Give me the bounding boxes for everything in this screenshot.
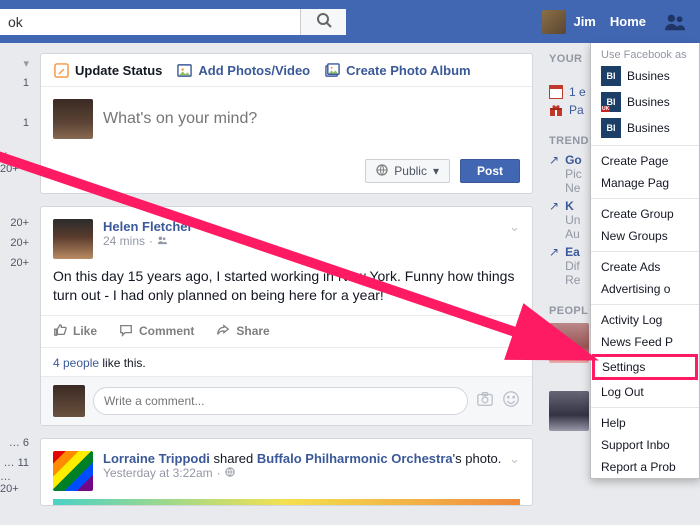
menu-advertising[interactable]: Advertising o [591, 278, 699, 300]
tab-label: Update Status [75, 63, 162, 78]
menu-create-page[interactable]: Create Page [591, 150, 699, 172]
trending-icon: ↗ [549, 245, 559, 287]
camera-icon[interactable] [476, 390, 494, 411]
story-timestamp[interactable]: 24 mins [103, 234, 145, 248]
trending-icon: ↗ [549, 153, 559, 195]
search-icon [316, 12, 332, 31]
badge: … 20+ [0, 473, 29, 493]
avatar[interactable] [549, 323, 589, 363]
badge: 1 [0, 113, 29, 133]
search-input[interactable] [0, 9, 300, 35]
account-dropdown-menu: Use Facebook as BI Busines BIUK Busines … [590, 43, 700, 479]
share-icon [216, 323, 230, 340]
menu-new-groups[interactable]: New Groups [591, 225, 699, 247]
menu-create-group[interactable]: Create Group [591, 203, 699, 225]
page-icon: BI [601, 66, 621, 86]
menu-settings[interactable]: Settings [592, 354, 698, 380]
comment-label: Comment [139, 324, 194, 338]
user-name: Jim [573, 14, 595, 29]
photo-icon [176, 62, 192, 78]
menu-header: Use Facebook as [591, 43, 699, 63]
story-timestamp[interactable]: Yesterday at 3:22am [103, 466, 213, 480]
comment-input[interactable] [93, 387, 468, 415]
smiley-icon[interactable] [502, 390, 520, 411]
pencil-icon [53, 62, 69, 78]
globe-icon [376, 164, 388, 179]
main-feed: Update Status Add Photos/Video Create Ph… [33, 43, 543, 525]
friends-icon [157, 234, 167, 248]
chevron-down-icon[interactable]: ▾ [0, 53, 29, 73]
privacy-button[interactable]: Public ▾ [365, 159, 450, 183]
menu-page-item[interactable]: BIUK Busines [591, 89, 699, 115]
share-button[interactable]: Share [216, 323, 269, 340]
like-icon [53, 323, 67, 340]
avatar[interactable] [549, 391, 589, 431]
search-wrap [0, 9, 346, 35]
comment-button[interactable]: Comment [119, 323, 194, 340]
tab-label: Create Photo Album [346, 63, 470, 78]
badge: … 6 [0, 433, 29, 453]
avatar[interactable] [53, 219, 93, 259]
menu-news-feed[interactable]: News Feed P [591, 331, 699, 353]
post-button[interactable]: Post [460, 159, 520, 183]
leftcol-fragment: ▾ 1 1 K 20+ 20+ 20+ 20+ … 6 … 11 … 20+ [0, 43, 33, 525]
friends-icon[interactable] [664, 11, 686, 33]
badge: K 20+ [0, 153, 29, 173]
menu-support-inbox[interactable]: Support Inbo [591, 434, 699, 456]
avatar [53, 99, 93, 139]
badge: … 11 [0, 453, 29, 473]
like-label: Like [73, 324, 97, 338]
avatar [542, 10, 566, 34]
calendar-icon [549, 85, 563, 99]
album-icon [324, 62, 340, 78]
avatar [53, 385, 85, 417]
badge: 20+ [0, 253, 29, 273]
topbar-home-link[interactable]: Home [610, 14, 646, 29]
tab-add-photos[interactable]: Add Photos/Video [176, 62, 310, 78]
comment-icon [119, 323, 133, 340]
globe-icon [225, 466, 235, 480]
menu-manage-pages[interactable]: Manage Pag [591, 172, 699, 194]
menu-activity-log[interactable]: Activity Log [591, 309, 699, 331]
story-author-link[interactable]: Helen Fletcher [103, 219, 193, 234]
search-button[interactable] [300, 9, 346, 35]
story-author-link[interactable]: Lorraine Trippodi [103, 451, 210, 466]
page-icon: BI [601, 118, 621, 138]
tab-update-status[interactable]: Update Status [53, 62, 162, 78]
badge: 20+ [0, 213, 29, 233]
story-menu-chevron[interactable]: ⌄ [509, 219, 520, 235]
privacy-label: Public [394, 164, 427, 178]
story-menu-chevron[interactable]: ⌄ [509, 451, 520, 467]
likes-link[interactable]: 4 people [53, 356, 99, 370]
topbar-profile-link[interactable]: Jim [542, 10, 595, 34]
trending-icon: ↗ [549, 199, 559, 241]
composer-input[interactable] [103, 110, 520, 128]
page-icon: BIUK [601, 92, 621, 112]
badge: 1 [0, 73, 29, 93]
story-shared-link[interactable]: Buffalo Philharmonic Orchestra [257, 451, 453, 466]
menu-page-item[interactable]: BI Busines [591, 115, 699, 141]
menu-report[interactable]: Report a Prob [591, 456, 699, 478]
share-label: Share [236, 324, 269, 338]
like-button[interactable]: Like [53, 323, 97, 340]
menu-log-out[interactable]: Log Out [591, 381, 699, 403]
menu-page-item[interactable]: BI Busines [591, 63, 699, 89]
tab-create-album[interactable]: Create Photo Album [324, 62, 470, 78]
avatar[interactable] [53, 451, 93, 491]
caret-down-icon: ▾ [433, 164, 439, 178]
badge: 20+ [0, 233, 29, 253]
topbar: Jim Home [0, 0, 700, 43]
story: Lorraine Trippodi shared Buffalo Philhar… [40, 438, 533, 506]
likes-text[interactable]: 4 people like this. [41, 348, 532, 376]
story-body: On this day 15 years ago, I started work… [41, 267, 532, 315]
menu-create-ads[interactable]: Create Ads [591, 256, 699, 278]
story: Helen Fletcher 24 mins · ⌄ On this day 1… [40, 206, 533, 426]
menu-help[interactable]: Help [591, 412, 699, 434]
composer: Update Status Add Photos/Video Create Ph… [40, 53, 533, 194]
gift-icon [549, 103, 563, 117]
tab-label: Add Photos/Video [198, 63, 310, 78]
story-headline: Lorraine Trippodi shared Buffalo Philhar… [103, 451, 501, 466]
